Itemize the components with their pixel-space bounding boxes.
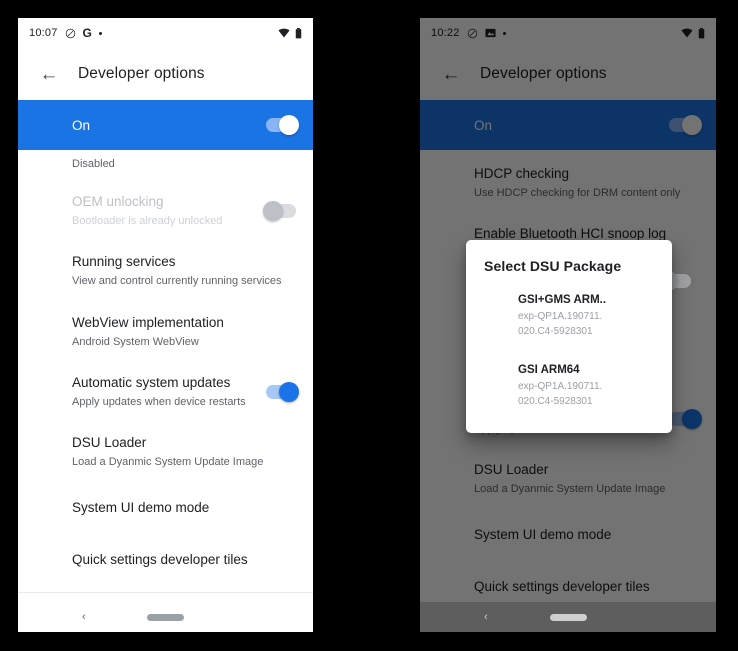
status-bar-clock: 10:07 (29, 27, 58, 39)
list-item-summary: Load a Dyanmic System Update Image (474, 483, 666, 496)
status-bar-left-group: 10:22 (431, 27, 506, 39)
nav-back-icon[interactable]: ‹ (484, 611, 488, 623)
screenshot-stage: 10:07 G ← Developer options On Disabled … (0, 0, 738, 651)
list-item-title: WebView implementation (72, 314, 224, 330)
status-bar-right-group (681, 27, 705, 39)
do-not-disturb-icon (65, 28, 76, 39)
battery-icon (295, 27, 302, 39)
master-switch-toggle[interactable] (266, 115, 299, 135)
list-item-title: Running services (72, 254, 176, 270)
nav-bar-right: ‹ (420, 602, 716, 632)
list-item-hdcp-checking[interactable]: HDCP checking Use HDCP checking for DRM … (420, 150, 716, 213)
list-item-summary: Load a Dyanmic System Update Image (72, 455, 264, 468)
nav-back-icon[interactable]: ‹ (82, 611, 86, 623)
list-item-title: Quick settings developer tiles (72, 551, 248, 567)
master-switch-label: On (72, 117, 91, 133)
list-item-quick-settings-developer-tiles[interactable]: Quick settings developer tiles (18, 534, 313, 586)
page-title: Developer options (78, 65, 205, 82)
dialog-option-build-line1: exp-QP1A.190711. (518, 310, 603, 322)
list-item-texts: Disabled (72, 154, 296, 171)
nav-bar-left: ‹ (18, 602, 313, 632)
dialog-option-gsi-arm64[interactable]: GSI ARM64 exp-QP1A.190711. 020.C4-592830… (466, 343, 672, 413)
automatic-system-updates-toggle[interactable] (669, 408, 702, 429)
list-item-texts: Running services View and control curren… (72, 254, 296, 288)
master-switch-label: On (474, 117, 493, 133)
app-bar-right: ← Developer options (420, 48, 716, 100)
list-item-summary: Disabled (72, 158, 115, 170)
dialog-option-build-line2: 020.C4-5928301 (518, 396, 593, 408)
list-item-texts: Quick settings developer tiles (72, 552, 296, 569)
phone-screen-right: 10:22 ← Developer options On HDCP checki… (420, 18, 716, 632)
list-item-texts: WebView implementation Android System We… (72, 315, 296, 349)
home-pill-icon[interactable] (147, 613, 184, 621)
list-item-oem-unlocking[interactable]: OEM unlocking Bootloader is already unlo… (18, 181, 313, 241)
list-item-texts: Automatic system updates Apply updates w… (72, 375, 254, 409)
list-item-title: System UI demo mode (72, 499, 210, 515)
list-item-summary: Android System WebView (72, 335, 199, 348)
dialog-option-name: GSI+GMS ARM.. (518, 294, 607, 306)
list-item-title: DSU Loader (474, 462, 549, 478)
list-item-texts: DSU Loader Load a Dyanmic System Update … (474, 462, 699, 496)
list-item-summary: Bootloader is already unlocked (72, 215, 223, 228)
list-item-running-services[interactable]: Running services View and control curren… (18, 241, 313, 301)
list-item-title: Quick settings developer tiles (474, 579, 650, 595)
automatic-system-updates-toggle[interactable] (266, 381, 299, 402)
list-item-title: Automatic system updates (72, 374, 231, 390)
home-pill-icon[interactable] (549, 613, 587, 621)
status-bar-right: 10:22 (420, 18, 716, 48)
dialog-option-build-line2: 020.C4-5928301 (518, 326, 593, 338)
dialog-option-name: GSI ARM64 (518, 363, 580, 376)
list-item-system-ui-demo-mode[interactable]: System UI demo mode (18, 482, 313, 534)
dialog-title: Select DSU Package (484, 258, 622, 274)
list-item-summary: View and control currently running servi… (72, 275, 282, 288)
list-item-title: OEM unlocking (72, 194, 164, 210)
dot-icon (98, 31, 102, 35)
list-item-dsu-loader[interactable]: DSU Loader Load a Dyanmic System Update … (18, 422, 313, 482)
list-item-title: System UI demo mode (474, 527, 612, 543)
developer-options-master-switch-row[interactable]: On (18, 100, 313, 150)
settings-list-left: Disabled OEM unlocking Bootloader is alr… (18, 150, 313, 632)
google-icon: G (82, 26, 92, 40)
wifi-icon (278, 28, 290, 38)
list-item[interactable]: Disabled (18, 150, 313, 181)
oem-unlocking-toggle[interactable] (263, 201, 296, 222)
list-item-automatic-system-updates[interactable]: Automatic system updates Apply updates w… (18, 362, 313, 422)
list-item-texts: System UI demo mode (72, 500, 296, 517)
list-item-texts: Quick settings developer tiles (474, 579, 699, 596)
page-title: Developer options (480, 65, 607, 82)
battery-icon (698, 27, 705, 39)
status-bar-clock: 10:22 (431, 27, 460, 39)
dialog-option-build-line1: exp-QP1A.190711. (518, 380, 603, 392)
back-button[interactable]: ← (34, 59, 64, 89)
list-item-texts: System UI demo mode (474, 527, 699, 544)
list-item-summary: Apply updates when device restarts (72, 395, 246, 408)
list-item-texts: DSU Loader Load a Dyanmic System Update … (72, 435, 296, 469)
select-dsu-package-dialog: Select DSU Package GSI+GMS ARM.. exp-QP1… (466, 240, 672, 433)
list-item-texts: HDCP checking Use HDCP checking for DRM … (474, 166, 699, 200)
status-bar-left: 10:07 G (18, 18, 313, 48)
app-bar-left: ← Developer options (18, 48, 313, 100)
screenshot-icon (484, 28, 496, 38)
dot-icon (502, 31, 506, 35)
master-switch-toggle[interactable] (669, 115, 702, 135)
dialog-option-gsi-gms-arm[interactable]: GSI+GMS ARM.. exp-QP1A.190711. 020.C4-59… (466, 280, 672, 343)
developer-options-master-switch-row[interactable]: On (420, 100, 716, 150)
back-button[interactable]: ← (436, 59, 466, 89)
phone-screen-left: 10:07 G ← Developer options On Disabled … (18, 18, 313, 632)
list-item-system-ui-demo-mode[interactable]: System UI demo mode (420, 510, 716, 562)
list-item-title: HDCP checking (474, 166, 570, 181)
status-bar-right-group (278, 27, 302, 39)
list-item-title: DSU Loader (72, 434, 147, 450)
list-item-dsu-loader[interactable]: DSU Loader Load a Dyanmic System Update … (420, 449, 716, 509)
status-bar-left-group: 10:07 G (29, 27, 102, 39)
list-item-texts: OEM unlocking Bootloader is already unlo… (72, 194, 254, 228)
list-item-webview-implementation[interactable]: WebView implementation Android System We… (18, 302, 313, 362)
do-not-disturb-icon (467, 28, 478, 39)
wifi-icon (681, 28, 693, 38)
list-item-summary: Use HDCP checking for DRM content only (474, 186, 681, 199)
